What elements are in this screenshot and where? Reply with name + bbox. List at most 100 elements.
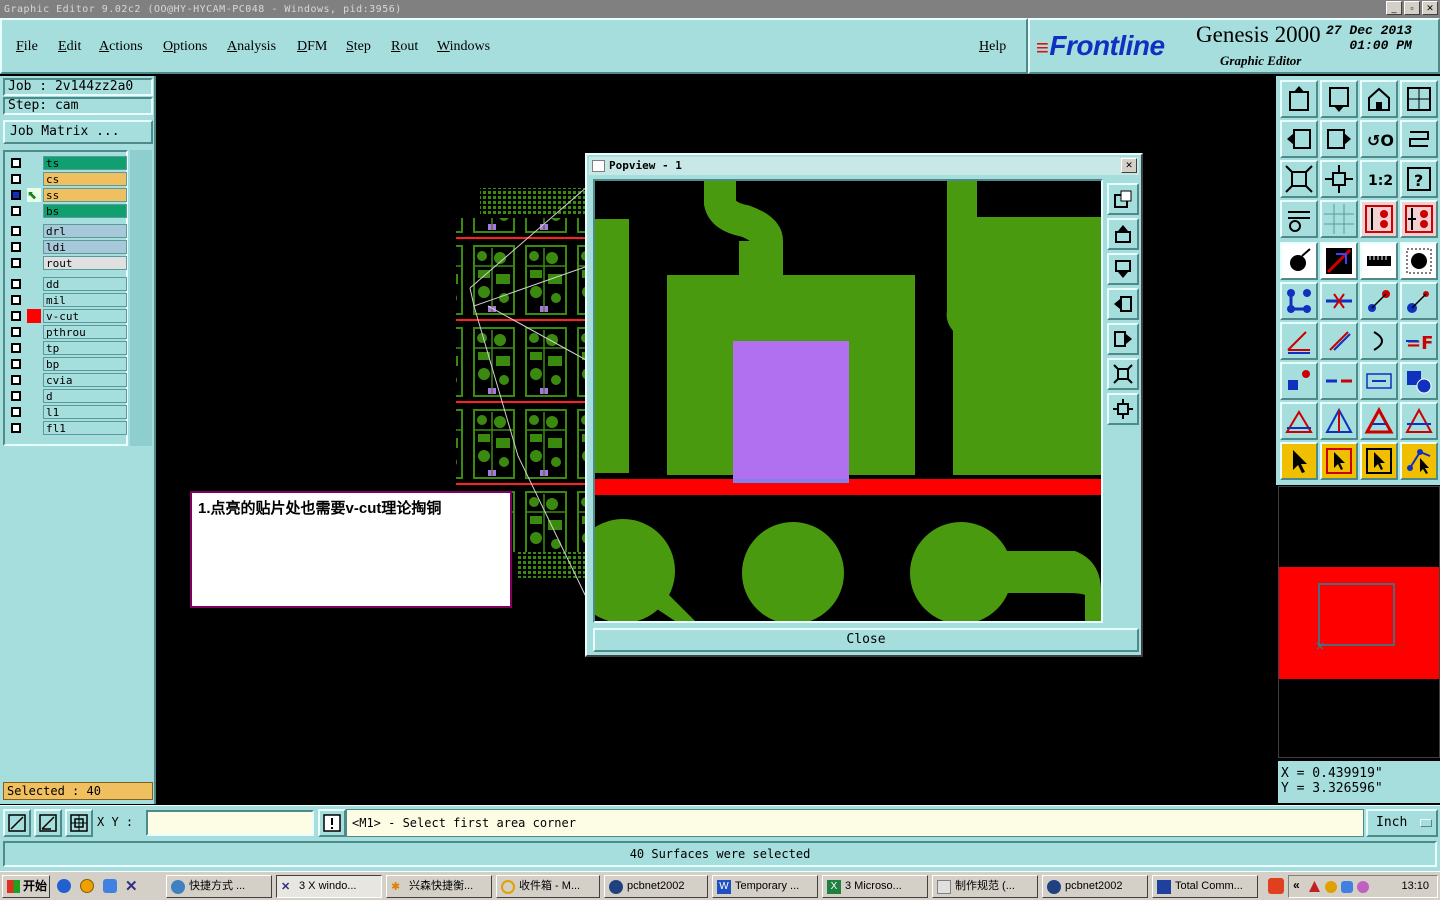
layer-row-dd[interactable]: dd — [7, 277, 127, 291]
layer-row-fl1[interactable]: fl1 — [7, 421, 127, 435]
pan-left-tool-icon[interactable] — [1280, 120, 1318, 158]
pan-down-tool-icon[interactable] — [1320, 80, 1358, 118]
pad-to-line-tool-icon[interactable] — [1280, 362, 1318, 400]
measure-distance-tool-icon[interactable] — [1360, 362, 1398, 400]
layer-checkbox[interactable] — [11, 206, 21, 216]
tray-clock-icon[interactable] — [1325, 881, 1337, 893]
popview-close-x-button[interactable]: ✕ — [1121, 158, 1137, 173]
layer-row-cvia[interactable]: cvia — [7, 373, 127, 387]
layer-row-v-cut[interactable]: v-cut — [7, 309, 127, 323]
taskbar-item-2[interactable]: ✕ 3 X windo... — [276, 875, 382, 898]
feature-flip-tool-icon[interactable]: =F — [1400, 322, 1438, 360]
layer-checkbox[interactable] — [11, 279, 21, 289]
xy-input[interactable] — [146, 810, 314, 836]
close-window-button[interactable]: ✕ — [1422, 1, 1438, 15]
start-button[interactable]: 开始 — [2, 875, 50, 898]
alert-icon[interactable] — [318, 809, 346, 837]
layer-checkbox[interactable] — [11, 242, 21, 252]
triangle-line-tool-icon[interactable] — [1320, 402, 1358, 440]
select-box-tool-icon[interactable] — [1320, 442, 1358, 480]
layer-checkbox[interactable] — [11, 174, 21, 184]
snap-mode-icon[interactable] — [3, 809, 31, 837]
layer-list-scrollbar[interactable] — [130, 150, 152, 446]
select-pointer-tool-icon[interactable] — [1280, 442, 1318, 480]
layer-checkbox[interactable] — [11, 359, 21, 369]
layer-row-bp[interactable]: bp — [7, 357, 127, 371]
layer-checkbox[interactable] — [11, 407, 21, 417]
home-tool-icon[interactable] — [1360, 80, 1398, 118]
menu-step[interactable]: Step — [346, 39, 371, 55]
taskbar-item-8[interactable]: 制作规范 (... — [932, 875, 1038, 898]
units-select[interactable]: Inch — [1366, 809, 1438, 837]
pan-right-tool-icon[interactable] — [1320, 120, 1358, 158]
add-line-tool-icon[interactable] — [1320, 242, 1358, 280]
popview-close-button[interactable]: Close — [593, 628, 1139, 652]
cut-line-tool-icon[interactable] — [1320, 282, 1358, 320]
zoom-home-tool-icon[interactable] — [1400, 80, 1438, 118]
triangle-tool-icon[interactable] — [1280, 402, 1318, 440]
layer-row-d[interactable]: d — [7, 389, 127, 403]
ruler-tool-icon[interactable] — [1360, 242, 1398, 280]
taskbar-item-5[interactable]: pcbnet2002 — [604, 875, 708, 898]
layer-checkbox[interactable] — [11, 258, 21, 268]
layer-checkbox[interactable] — [11, 343, 21, 353]
layer-row-pthrou[interactable]: pthrou — [7, 325, 127, 339]
angle-tool-icon[interactable] — [1280, 322, 1318, 360]
line-cut-tool-icon[interactable] — [1320, 362, 1358, 400]
layer-row-ldi[interactable]: ldi — [7, 240, 127, 254]
layer-row-cs[interactable]: cs — [7, 172, 127, 186]
popview-titlebar[interactable]: Popview - 1 ✕ — [589, 157, 1139, 175]
popview-pan-up-button[interactable] — [1107, 218, 1139, 250]
zoom-in-tool-icon[interactable] — [1280, 160, 1318, 198]
clock-quicklaunch-icon[interactable] — [80, 879, 94, 893]
help-tool-icon[interactable]: ? — [1400, 160, 1438, 198]
popview-zoom-out-button[interactable] — [1107, 393, 1139, 425]
slash-line-tool-icon[interactable] — [1320, 322, 1358, 360]
menu-help[interactable]: Help — [979, 39, 1006, 55]
popview-zoom-window-button[interactable] — [1107, 183, 1139, 215]
add-surface-tool-icon[interactable] — [1400, 242, 1438, 280]
taskbar-item-4[interactable]: 收件箱 - M... — [496, 875, 600, 898]
connect-tool-icon[interactable] — [1280, 282, 1318, 320]
move-point-tool-icon[interactable] — [1360, 282, 1398, 320]
menu-actions[interactable]: Actions — [99, 39, 143, 55]
step-repeat-tool-icon[interactable] — [1400, 120, 1438, 158]
grid-mode-icon[interactable] — [65, 809, 93, 837]
change-symbol-tool-icon[interactable] — [1400, 362, 1438, 400]
angle-mode-icon[interactable] — [34, 809, 62, 837]
tray-network-icon[interactable] — [1357, 881, 1369, 893]
triangle-double-tool-icon[interactable] — [1400, 402, 1438, 440]
menu-dfm[interactable]: DFM — [297, 39, 327, 55]
app-quicklaunch-icon[interactable] — [103, 879, 117, 893]
layer-checkbox[interactable] — [11, 295, 21, 305]
ie-quicklaunch-icon[interactable] — [57, 879, 71, 893]
taskbar-item-7[interactable]: X 3 Microso... — [822, 875, 928, 898]
layer-checkbox[interactable] — [11, 375, 21, 385]
layer-row-bs[interactable]: bs — [7, 204, 127, 218]
layer-checkbox[interactable] — [11, 423, 21, 433]
menu-options[interactable]: Options — [163, 39, 207, 55]
popview-pan-down-button[interactable] — [1107, 253, 1139, 285]
job-matrix-button[interactable]: Job Matrix ... — [3, 120, 153, 144]
taskbar-item-3[interactable]: ✱ 兴森快捷衡... — [386, 875, 492, 898]
popview-pan-right-button[interactable] — [1107, 323, 1139, 355]
menu-rout[interactable]: Rout — [391, 39, 418, 55]
taskbar-item-6[interactable]: W Temporary ... — [712, 875, 818, 898]
pan-up-tool-icon[interactable] — [1280, 80, 1318, 118]
taskbar-item-9[interactable]: pcbnet2002 — [1042, 875, 1148, 898]
popview-pan-left-button[interactable] — [1107, 288, 1139, 320]
popview-canvas[interactable] — [593, 179, 1103, 623]
layer-row-drl[interactable]: drl — [7, 224, 127, 238]
tray-alert-icon[interactable] — [1309, 881, 1320, 892]
layer-row-l1[interactable]: l1 — [7, 405, 127, 419]
layer-checkbox[interactable] — [11, 158, 21, 168]
layer-row-mil[interactable]: mil — [7, 293, 127, 307]
popview-zoom-in-button[interactable] — [1107, 358, 1139, 390]
snap-alt-tool-icon[interactable] — [1400, 200, 1438, 238]
grid-tool-icon[interactable] — [1320, 200, 1358, 238]
tray-expand-icon[interactable]: « — [1293, 878, 1300, 892]
menu-windows[interactable]: Windows — [437, 39, 490, 55]
x-quicklaunch-icon[interactable]: ✕ — [125, 877, 138, 895]
menu-edit[interactable]: Edit — [58, 39, 81, 55]
settings-tool-icon[interactable] — [1280, 200, 1318, 238]
